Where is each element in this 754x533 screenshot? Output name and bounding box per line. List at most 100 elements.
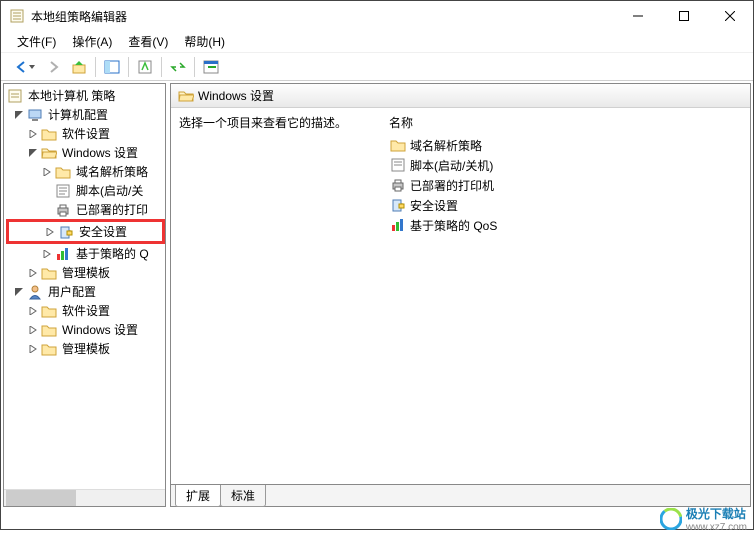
expand-icon[interactable]	[26, 342, 40, 356]
collapse-icon[interactable]	[26, 146, 40, 160]
menu-view[interactable]: 查看(V)	[120, 31, 176, 52]
show-hide-tree-button[interactable]	[100, 55, 124, 79]
tab-strip: 扩展 标准	[171, 484, 750, 506]
list-item-scripts[interactable]: 脚本(启动/关机)	[389, 155, 742, 175]
content-body: 选择一个项目来查看它的描述。 名称 域名解析策略 脚本(启动/关机) 已部署的打…	[171, 108, 750, 484]
printer-icon	[390, 177, 406, 193]
tree-spacer	[40, 203, 54, 217]
expand-icon[interactable]	[26, 323, 40, 337]
tab-extended[interactable]: 扩展	[175, 485, 221, 507]
list-item-label: 域名解析策略	[410, 137, 482, 154]
column-header-name[interactable]: 名称	[389, 114, 742, 131]
horizontal-scrollbar[interactable]	[4, 489, 165, 506]
security-icon	[58, 224, 74, 240]
tree-root[interactable]: 本地计算机 策略	[6, 86, 165, 105]
tree-label: 域名解析策略	[74, 162, 150, 181]
tree-scripts[interactable]: 脚本(启动/关	[6, 181, 165, 200]
computer-icon	[27, 107, 43, 123]
list-item-qos[interactable]: 基于策略的 QoS	[389, 215, 742, 235]
forward-button[interactable]	[41, 55, 65, 79]
qos-icon	[55, 246, 71, 262]
tree-software-settings[interactable]: 软件设置	[6, 124, 165, 143]
folder-open-icon	[41, 145, 57, 161]
tree-label: Windows 设置	[60, 143, 140, 162]
tree-name-resolution-policy[interactable]: 域名解析策略	[6, 162, 165, 181]
list-item-label: 安全设置	[410, 197, 458, 214]
close-button[interactable]	[707, 1, 753, 31]
tree-policy-qos[interactable]: 基于策略的 Q	[6, 244, 165, 263]
folder-icon	[390, 137, 406, 153]
site-logo-icon	[660, 508, 682, 530]
tree-pane: 本地计算机 策略 计算机配置 软件设置 Windows 设置 域名解析策	[3, 83, 166, 507]
filter-button[interactable]	[199, 55, 223, 79]
up-button[interactable]	[67, 55, 91, 79]
description-pane: 选择一个项目来查看它的描述。	[179, 114, 389, 478]
content-title: Windows 设置	[198, 87, 274, 104]
menu-help[interactable]: 帮助(H)	[176, 31, 233, 52]
content-header: Windows 设置	[171, 84, 750, 108]
qos-icon	[390, 217, 406, 233]
folder-icon	[41, 265, 57, 281]
folder-icon	[55, 164, 71, 180]
printer-icon	[55, 202, 71, 218]
tree-label: 管理模板	[60, 263, 112, 282]
item-list[interactable]: 名称 域名解析策略 脚本(启动/关机) 已部署的打印机 安全设置	[389, 114, 742, 478]
list-item-label: 已部署的打印机	[410, 177, 494, 194]
maximize-button[interactable]	[661, 1, 707, 31]
tree-computer-config[interactable]: 计算机配置	[6, 105, 165, 124]
tree-label: 脚本(启动/关	[74, 181, 145, 200]
menu-bar: 文件(F) 操作(A) 查看(V) 帮助(H)	[1, 31, 753, 53]
tree-label: 已部署的打印	[74, 200, 150, 219]
title-bar: 本地组策略编辑器	[1, 1, 753, 31]
expand-icon[interactable]	[26, 127, 40, 141]
tree-user-admin-templates[interactable]: 管理模板	[6, 339, 165, 358]
tree-user-software[interactable]: 软件设置	[6, 301, 165, 320]
tab-standard[interactable]: 标准	[220, 485, 266, 507]
tree-view[interactable]: 本地计算机 策略 计算机配置 软件设置 Windows 设置 域名解析策	[4, 84, 165, 489]
security-icon	[390, 197, 406, 213]
content-pane: Windows 设置 选择一个项目来查看它的描述。 名称 域名解析策略 脚本(启…	[170, 83, 751, 507]
tree-label: Windows 设置	[60, 320, 140, 339]
list-item-security[interactable]: 安全设置	[389, 195, 742, 215]
watermark: 极光下载站 www.xz7.com	[660, 509, 753, 529]
tree-label: 本地计算机 策略	[26, 86, 117, 105]
window-title: 本地组策略编辑器	[31, 8, 615, 25]
tree-security-settings[interactable]: 安全设置	[9, 222, 162, 241]
menu-file[interactable]: 文件(F)	[9, 31, 64, 52]
tree-admin-templates[interactable]: 管理模板	[6, 263, 165, 282]
tree-user-windows[interactable]: Windows 设置	[6, 320, 165, 339]
collapse-icon[interactable]	[12, 285, 26, 299]
collapse-icon[interactable]	[12, 108, 26, 122]
tree-spacer	[40, 184, 54, 198]
back-button[interactable]	[5, 55, 39, 79]
list-item-name-resolution[interactable]: 域名解析策略	[389, 135, 742, 155]
expand-icon[interactable]	[40, 247, 54, 261]
expand-icon[interactable]	[26, 304, 40, 318]
list-item-label: 基于策略的 QoS	[410, 217, 497, 234]
watermark-text: 极光下载站 www.xz7.com	[686, 505, 747, 533]
expand-icon[interactable]	[26, 266, 40, 280]
toolbar	[1, 53, 753, 81]
expand-icon[interactable]	[40, 165, 54, 179]
tree-label: 软件设置	[60, 124, 112, 143]
site-url: www.xz7.com	[686, 522, 747, 533]
tree-user-config[interactable]: 用户配置	[6, 282, 165, 301]
tree-windows-settings[interactable]: Windows 设置	[6, 143, 165, 162]
tree-label: 软件设置	[60, 301, 112, 320]
tree-deployed-printers[interactable]: 已部署的打印	[6, 200, 165, 219]
minimize-button[interactable]	[615, 1, 661, 31]
toolbar-separator	[161, 57, 162, 77]
highlight-annotation: 安全设置	[6, 219, 165, 244]
tree-label: 计算机配置	[46, 105, 110, 124]
toolbar-separator	[194, 57, 195, 77]
folder-icon	[41, 341, 57, 357]
properties-button[interactable]	[133, 55, 157, 79]
folder-icon	[41, 303, 57, 319]
script-icon	[55, 183, 71, 199]
refresh-button[interactable]	[166, 55, 190, 79]
menu-action[interactable]: 操作(A)	[64, 31, 120, 52]
list-item-printers[interactable]: 已部署的打印机	[389, 175, 742, 195]
scrollbar-thumb[interactable]	[6, 490, 76, 506]
toolbar-separator	[95, 57, 96, 77]
expand-icon[interactable]	[43, 225, 57, 239]
